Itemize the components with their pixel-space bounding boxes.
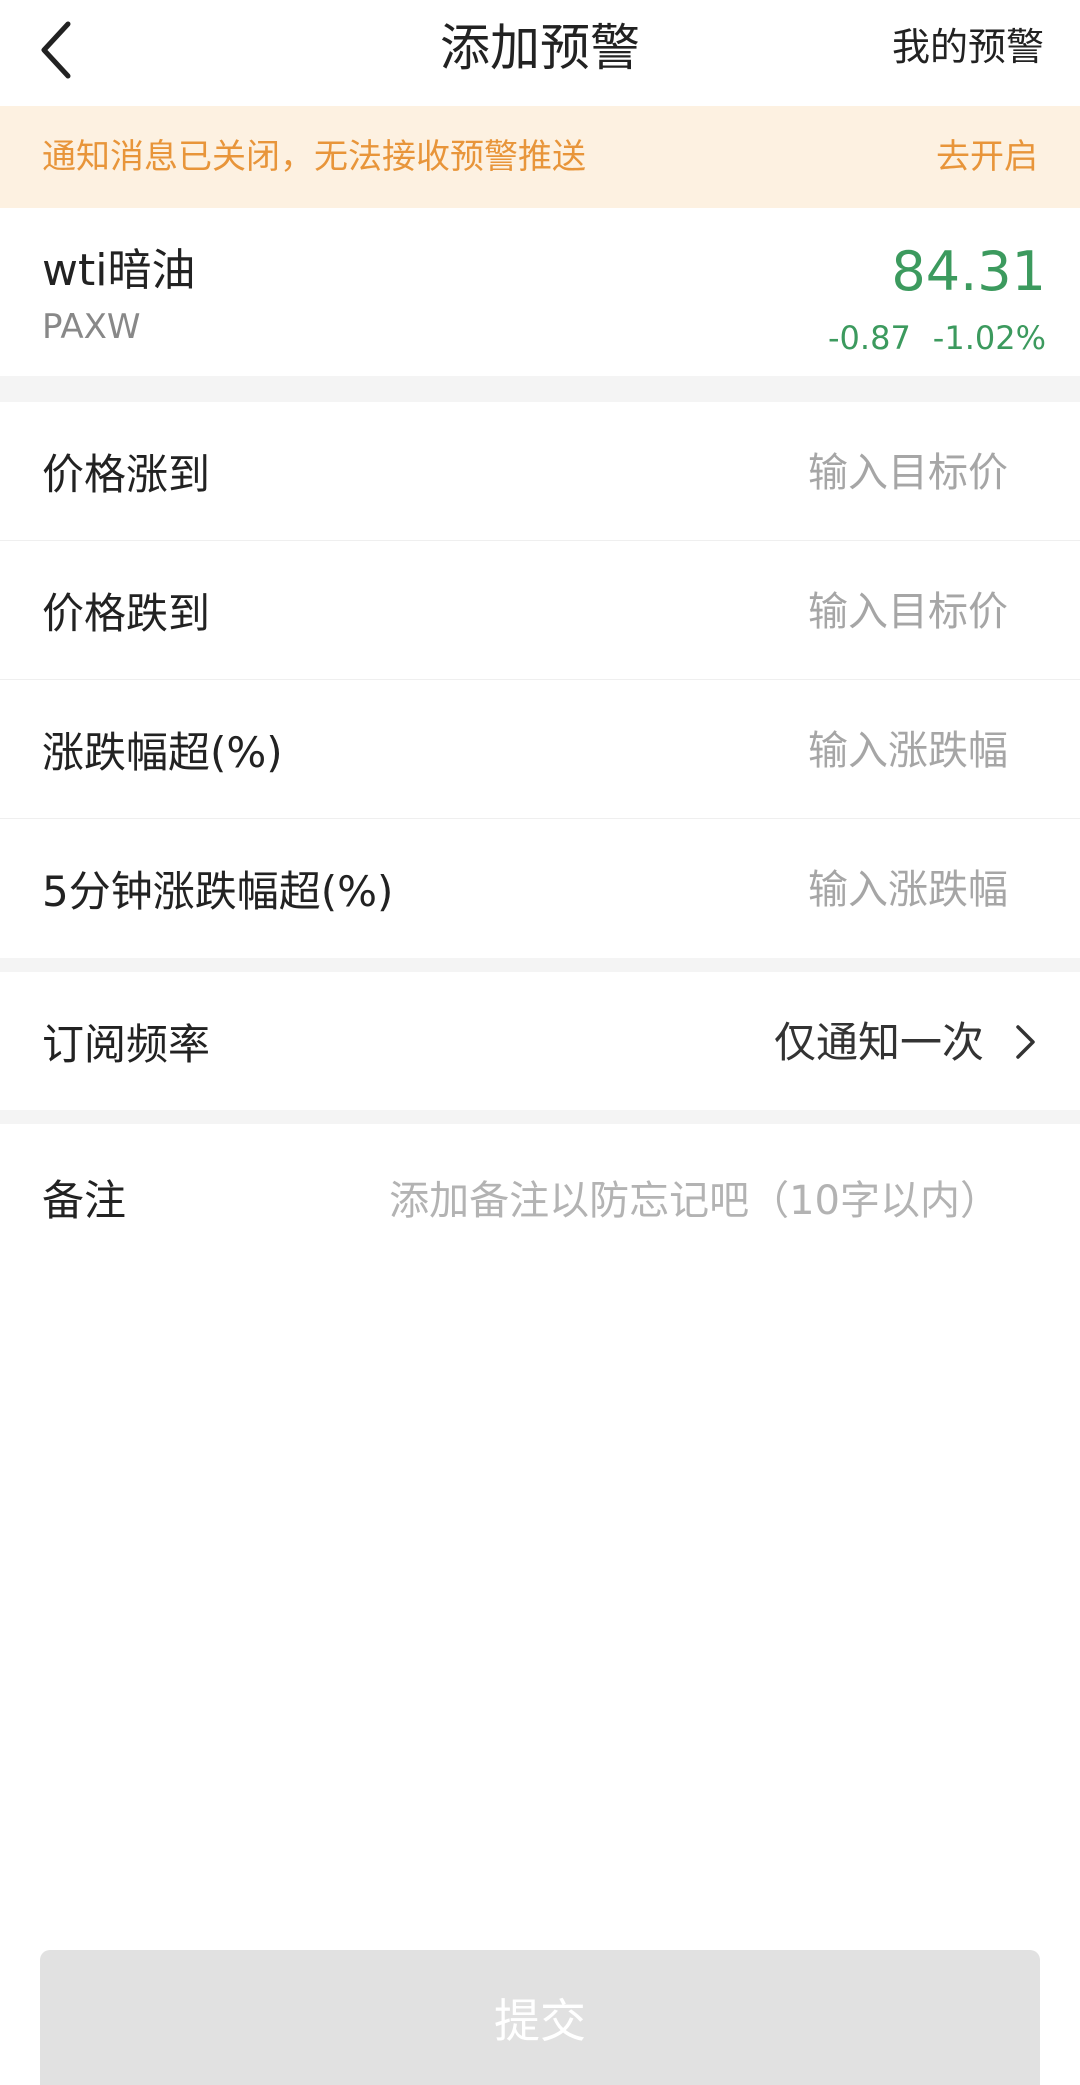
section-divider — [0, 1110, 1080, 1124]
section-divider — [0, 376, 1080, 402]
note-label: 备注 — [42, 1176, 127, 1225]
alert-conditions-list: 价格涨到 价格跌到 涨跌幅超(%) 5分钟涨跌幅超(%) — [0, 402, 1080, 958]
chevron-right-icon — [1006, 1022, 1046, 1062]
change-percent-input[interactable] — [560, 716, 1008, 786]
frequency-value: 仅通知一次 — [773, 1018, 984, 1067]
notice-text: 通知消息已关闭，无法接收预警推送 — [42, 137, 586, 177]
five-minute-change-input[interactable] — [560, 855, 1008, 925]
condition-label: 价格涨到 — [42, 450, 211, 499]
condition-label: 价格跌到 — [42, 589, 211, 638]
subscription-frequency-selector[interactable]: 订阅频率 仅通知一次 — [0, 972, 1080, 1110]
change-percent: -1.02% — [932, 319, 1046, 357]
note-section: 备注 — [0, 1124, 1080, 1294]
section-divider — [0, 958, 1080, 972]
price-rise-to-row: 价格涨到 — [0, 402, 1080, 541]
condition-label: 5分钟涨跌幅超(%) — [42, 867, 394, 916]
note-input[interactable] — [300, 1164, 1000, 1238]
price-fall-to-row: 价格跌到 — [0, 541, 1080, 680]
notification-disabled-banner: 通知消息已关闭，无法接收预警推送 去开启 — [0, 106, 1080, 208]
instrument-quote: wti暗油 PAXW 84.31 -0.87 -1.02% — [0, 208, 1080, 376]
frequency-section: 订阅频率 仅通知一次 — [0, 972, 1080, 1110]
chevron-left-icon — [36, 20, 76, 84]
price-fall-to-input[interactable] — [560, 577, 1008, 647]
last-price: 84.31 — [891, 240, 1046, 303]
back-button[interactable] — [18, 14, 94, 90]
five-minute-change-row: 5分钟涨跌幅超(%) — [0, 819, 1080, 958]
add-alert-page: 添加预警 我的预警 通知消息已关闭，无法接收预警推送 去开启 wti暗油 PAX… — [0, 0, 1080, 2085]
submit-button[interactable]: 提交 — [40, 1950, 1040, 2085]
top-nav-bar: 添加预警 我的预警 — [0, 0, 1080, 106]
price-change: -0.87 -1.02% — [828, 316, 1046, 360]
instrument-name: wti暗油 — [42, 245, 196, 296]
condition-label: 涨跌幅超(%) — [42, 728, 283, 777]
price-rise-to-input[interactable] — [560, 438, 1008, 508]
my-alerts-link[interactable]: 我的预警 — [892, 22, 1044, 72]
frequency-label: 订阅频率 — [42, 1020, 211, 1069]
instrument-code: PAXW — [42, 307, 141, 347]
note-row: 备注 — [0, 1124, 1080, 1294]
enable-notifications-link[interactable]: 去开启 — [936, 134, 1038, 180]
change-amount: -0.87 — [828, 319, 911, 357]
change-percent-exceeds-row: 涨跌幅超(%) — [0, 680, 1080, 819]
